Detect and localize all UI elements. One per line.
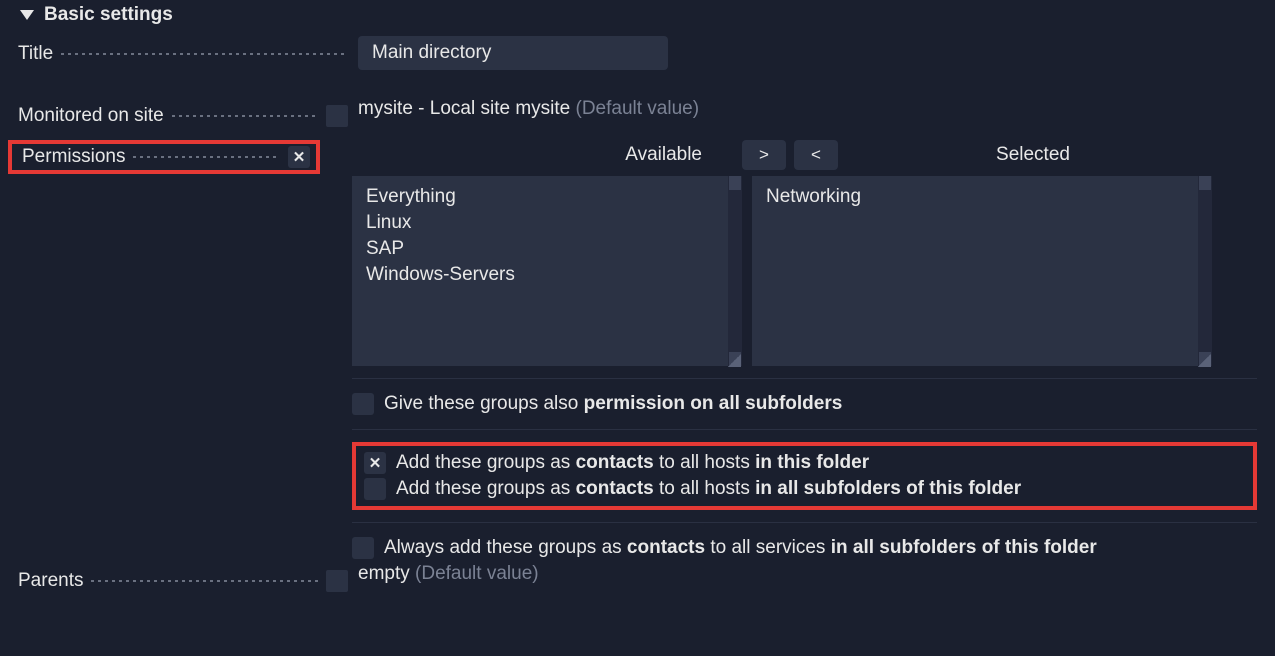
opt-contacts-services: Always add these groups as contacts to a… <box>352 535 1257 561</box>
permissions-highlight: Permissions ✕ <box>8 140 320 174</box>
available-header: Available <box>625 144 702 166</box>
opt-bold: contacts <box>627 537 705 558</box>
monitored-default: (Default value) <box>576 98 700 119</box>
monitored-label: Monitored on site <box>18 105 164 127</box>
opt-permission-subfolders: Give these groups also permission on all… <box>352 391 1257 417</box>
parents-toggle[interactable] <box>326 570 348 592</box>
section-header[interactable]: Basic settings <box>0 0 1275 30</box>
title-label: Title <box>18 43 53 65</box>
opt-bold: in all subfolders of this folder <box>755 478 1021 499</box>
row-monitored-on-site: Monitored on site mysite - Local site my… <box>0 98 1275 134</box>
opt-label-bold: permission on all subfolders <box>584 393 843 414</box>
opt-label-prefix: Give these groups also <box>384 393 584 414</box>
separator <box>352 429 1257 430</box>
collapse-icon <box>20 10 34 20</box>
row-parents: Parents empty (Default value) <box>0 563 1275 599</box>
opt-text: to all hosts <box>654 452 755 473</box>
checkbox[interactable] <box>364 452 386 474</box>
list-item[interactable]: Everything <box>366 184 714 210</box>
scrollbar-up[interactable] <box>729 176 741 190</box>
opt-text: to all services <box>705 537 831 558</box>
dots-filler <box>131 156 280 158</box>
opt-text: to all hosts <box>654 478 755 499</box>
opt-text: Add these groups as <box>396 478 576 499</box>
checkbox[interactable] <box>352 393 374 415</box>
list-item[interactable]: Windows-Servers <box>366 262 714 288</box>
separator <box>352 378 1257 379</box>
row-permissions: Permissions ✕ Available > < Selected Eve… <box>0 140 1275 561</box>
monitored-toggle[interactable] <box>326 105 348 127</box>
dots-filler <box>59 53 348 55</box>
move-left-button[interactable]: < <box>794 140 838 170</box>
opt-contacts-this-folder: Add these groups as contacts to all host… <box>364 450 1245 476</box>
dual-list-header: Available > < Selected <box>352 140 1257 170</box>
section-title: Basic settings <box>44 4 173 26</box>
scrollbar-up[interactable] <box>1199 176 1211 190</box>
resize-handle[interactable] <box>728 354 741 367</box>
title-input[interactable] <box>358 36 668 70</box>
opt-bold: contacts <box>576 478 654 499</box>
dots-filler <box>170 115 318 117</box>
separator <box>352 522 1257 523</box>
opt-text: Add these groups as <box>396 452 576 473</box>
available-listbox[interactable]: Everything Linux SAP Windows-Servers <box>352 176 742 366</box>
move-right-button[interactable]: > <box>742 140 786 170</box>
list-item[interactable]: Networking <box>766 184 1184 210</box>
selected-listbox[interactable]: Networking <box>752 176 1212 366</box>
resize-handle[interactable] <box>1198 354 1211 367</box>
opt-text: Always add these groups as <box>384 537 627 558</box>
opt-contacts-subfolders: Add these groups as contacts to all host… <box>364 476 1245 502</box>
row-title: Title <box>0 36 1275 72</box>
parents-label: Parents <box>18 570 83 592</box>
monitored-value: mysite - Local site mysite <box>358 98 576 119</box>
opt-bold: in this folder <box>755 452 869 473</box>
checkbox[interactable] <box>352 537 374 559</box>
opt-bold: in all subfolders of this folder <box>831 537 1097 558</box>
dual-list: Everything Linux SAP Windows-Servers Net… <box>352 176 1257 366</box>
parents-value: empty <box>358 563 415 584</box>
close-icon: ✕ <box>293 148 306 166</box>
permissions-label: Permissions <box>12 146 125 168</box>
list-item[interactable]: Linux <box>366 210 714 236</box>
contacts-highlight: Add these groups as contacts to all host… <box>352 442 1257 510</box>
selected-header: Selected <box>996 144 1070 165</box>
permissions-disable-button[interactable]: ✕ <box>288 146 310 168</box>
dots-filler <box>89 580 318 582</box>
parents-default: (Default value) <box>415 563 539 584</box>
opt-bold: contacts <box>576 452 654 473</box>
list-item[interactable]: SAP <box>366 236 714 262</box>
checkbox[interactable] <box>364 478 386 500</box>
